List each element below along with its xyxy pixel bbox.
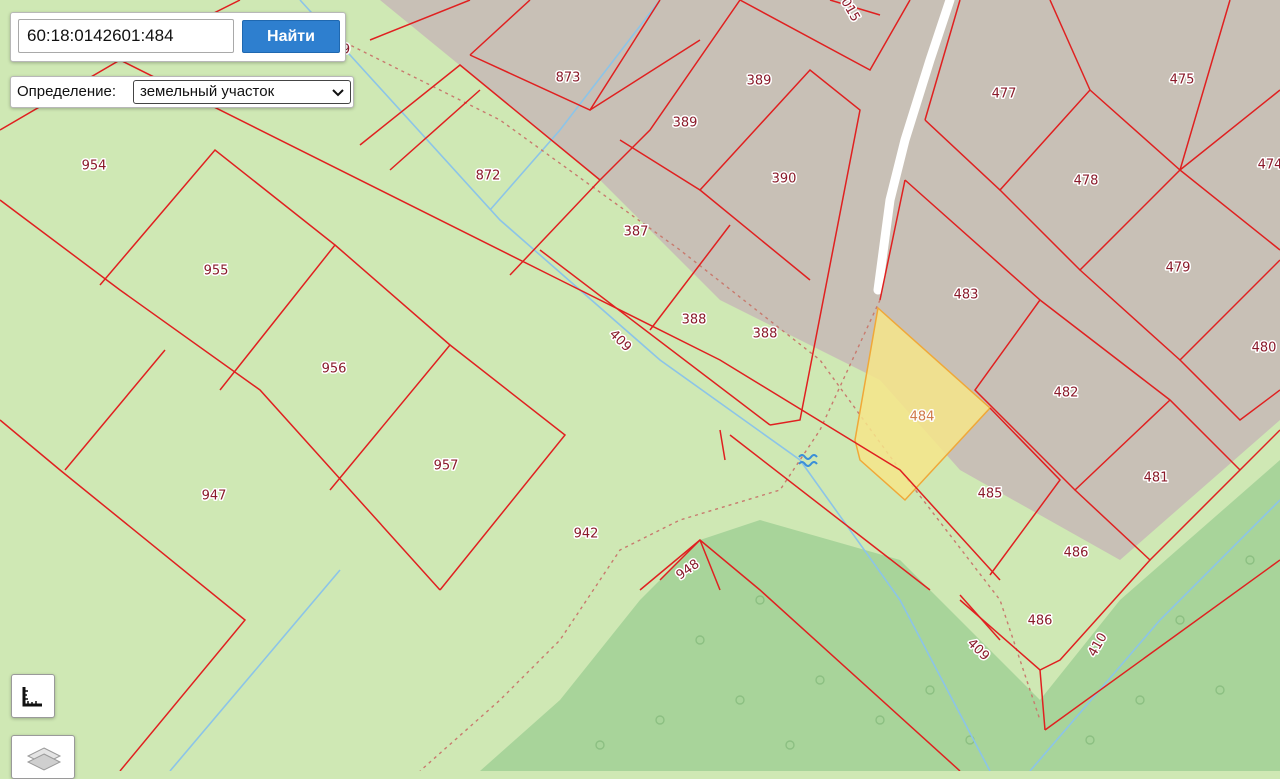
parcel-label-389a[interactable]: 389	[745, 72, 773, 90]
parcel-label-387[interactable]: 387	[622, 223, 650, 241]
parcel-label-942[interactable]: 942	[572, 525, 600, 543]
parcel-label-872[interactable]: 872	[474, 167, 502, 185]
chevron-down-icon	[332, 89, 344, 97]
ruler-button[interactable]	[11, 674, 55, 718]
parcel-label-956[interactable]: 956	[320, 360, 348, 378]
parcel-label-389b[interactable]: 389	[671, 114, 699, 132]
parcel-label-388a[interactable]: 388	[680, 311, 708, 329]
search-button[interactable]: Найти	[242, 20, 340, 53]
parcel-label-478[interactable]: 478	[1072, 172, 1100, 190]
parcel-label-477[interactable]: 477	[990, 85, 1018, 103]
parcel-label-486a[interactable]: 486	[1062, 544, 1090, 562]
parcel-label-955[interactable]: 955	[202, 262, 230, 280]
definition-panel: Определение: земельный участок	[10, 76, 354, 108]
parcel-label-957[interactable]: 957	[432, 457, 460, 475]
parcel-label-486b[interactable]: 486	[1026, 612, 1054, 630]
parcel-label-873[interactable]: 873	[554, 69, 582, 87]
parcel-label-475[interactable]: 475	[1168, 71, 1196, 89]
parcel-label-947[interactable]: 947	[200, 487, 228, 505]
parcel-label-481[interactable]: 481	[1142, 469, 1170, 487]
parcel-label-482[interactable]: 482	[1052, 384, 1080, 402]
layers-button[interactable]	[11, 735, 75, 779]
definition-selected-value: земельный участок	[140, 83, 275, 100]
parcel-label-485[interactable]: 485	[976, 485, 1004, 503]
parcel-label-390[interactable]: 390	[770, 170, 798, 188]
cadastral-map[interactable]: 873 389 389 390 477 475 474 478 479 480 483 482 481 4…	[0, 0, 1280, 771]
ruler-icon	[22, 687, 42, 707]
parcel-label-474[interactable]: 474	[1256, 156, 1280, 174]
search-panel: Найти	[10, 12, 346, 62]
parcel-label-388b[interactable]: 388	[751, 325, 779, 343]
definition-select[interactable]: земельный участок	[133, 80, 351, 104]
parcel-label-954[interactable]: 954	[80, 157, 108, 175]
parcel-label-480[interactable]: 480	[1250, 339, 1278, 357]
parcel-label-479[interactable]: 479	[1164, 259, 1192, 277]
parcel-label-483[interactable]: 483	[952, 286, 980, 304]
parcel-label-484[interactable]: 484	[908, 408, 936, 426]
cadastral-number-input[interactable]	[18, 19, 234, 53]
layers-icon	[26, 747, 62, 771]
definition-label: Определение:	[17, 83, 117, 100]
